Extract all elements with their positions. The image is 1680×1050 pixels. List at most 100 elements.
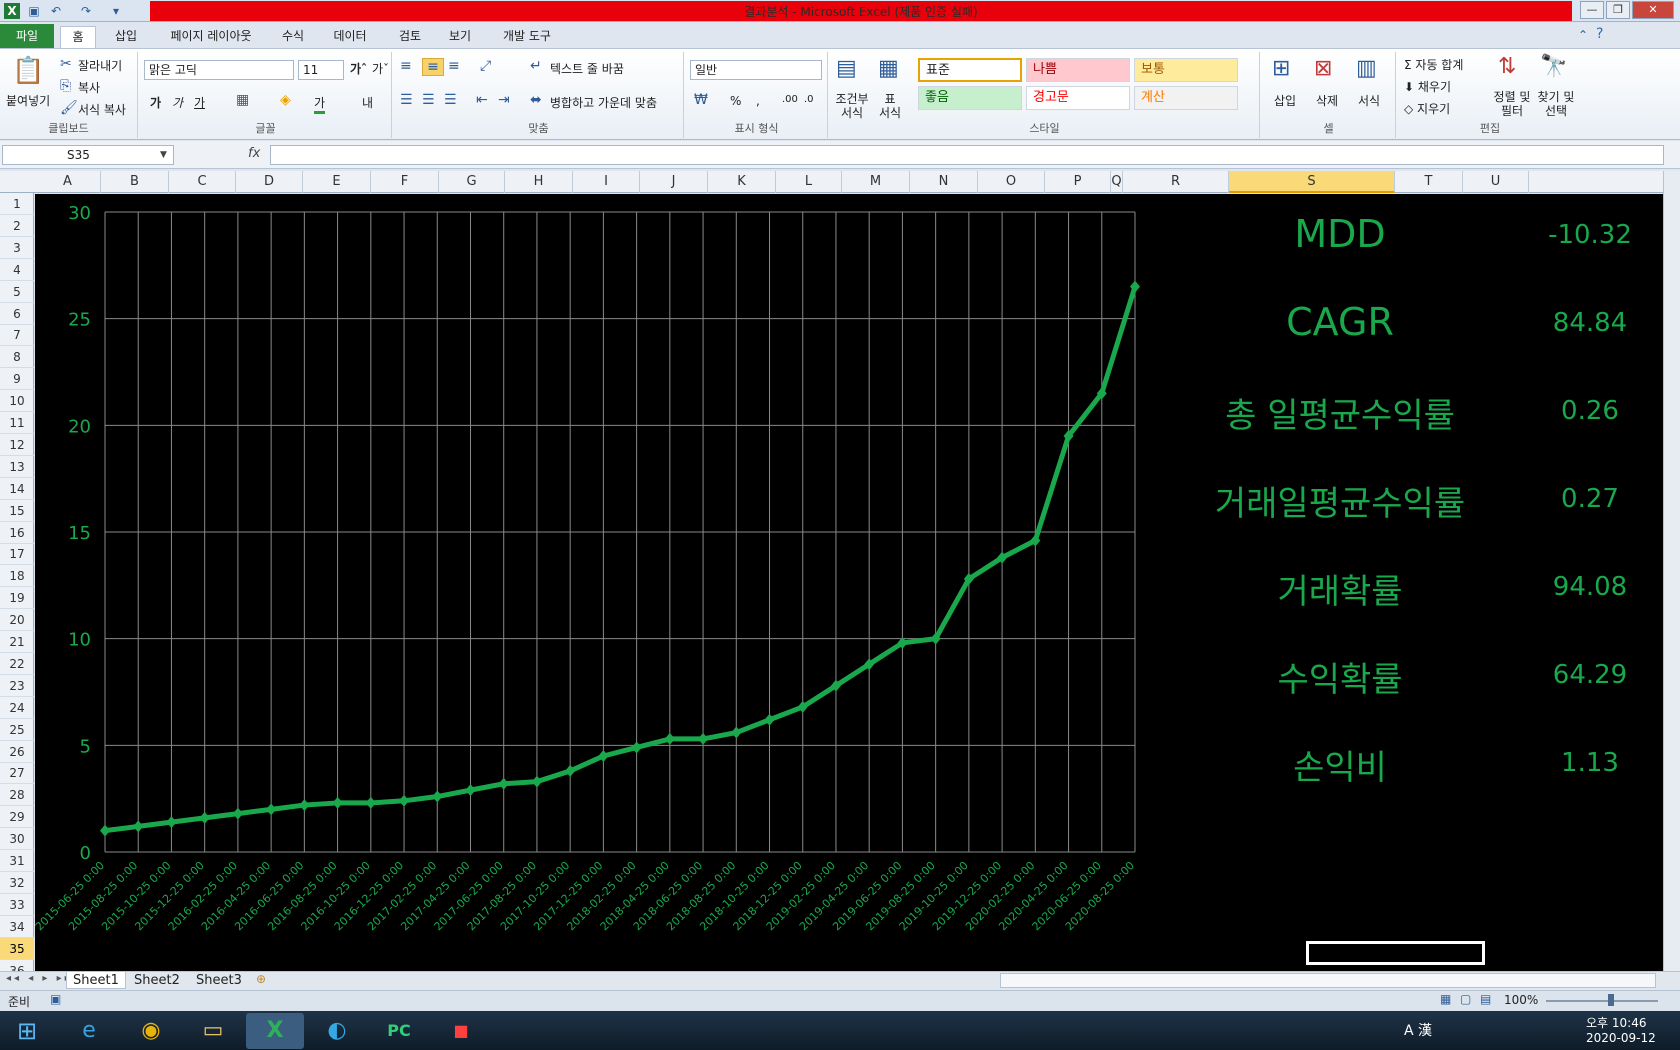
column-header-m[interactable]: M [842, 171, 910, 193]
close-button[interactable]: ✕ [1632, 1, 1674, 19]
row-header-14[interactable]: 14 [0, 478, 34, 500]
number-format-select[interactable]: 일반 [690, 60, 822, 80]
sheet-tab-2[interactable]: Sheet2 [128, 972, 186, 989]
help-icon[interactable]: ? [1596, 26, 1603, 42]
insert-sheet-icon[interactable]: ⊕ [256, 972, 266, 986]
column-header-n[interactable]: N [910, 171, 978, 193]
clock-date[interactable]: 2020-09-12 [1586, 1031, 1656, 1045]
row-header-22[interactable]: 22 [0, 653, 34, 675]
row-header-11[interactable]: 11 [0, 412, 34, 434]
cell-style-0[interactable]: 표준 [918, 58, 1022, 82]
comma-button[interactable]: , [756, 94, 760, 108]
save-icon[interactable]: ▣ [26, 3, 42, 19]
selected-cell-s35[interactable] [1306, 941, 1485, 965]
font-color-button[interactable]: 가 [314, 94, 326, 114]
cell-style-5[interactable]: 계산 [1134, 86, 1238, 110]
row-header-29[interactable]: 29 [0, 806, 34, 829]
row-header-31[interactable]: 31 [0, 850, 34, 872]
column-header-o[interactable]: O [978, 171, 1045, 193]
app-icon[interactable]: ■ [432, 1013, 490, 1049]
row-header-21[interactable]: 21 [0, 631, 34, 653]
orientation-icon[interactable]: ⤢ [480, 58, 491, 74]
align-bottom-icon[interactable]: ≡ [448, 58, 460, 74]
delete-cells-button[interactable]: 삭제 [1316, 92, 1338, 109]
page-layout-view-icon[interactable]: ▢ [1460, 992, 1471, 1006]
name-box[interactable]: S35 [2, 145, 174, 165]
tab-file[interactable]: 파일 [0, 24, 54, 48]
row-header-3[interactable]: 3 [0, 237, 34, 259]
row-header-6[interactable]: 6 [0, 303, 34, 325]
ie-icon[interactable]: e [60, 1013, 118, 1049]
increase-indent-icon[interactable]: ⇥ [498, 92, 510, 108]
format-painter-button[interactable]: 서식 복사 [78, 101, 126, 118]
tab-home[interactable]: 홈 [60, 26, 96, 48]
vertical-scrollbar[interactable] [1663, 171, 1680, 971]
sheet-tab-3[interactable]: Sheet3 [190, 972, 248, 989]
ribbon-minimize-icon[interactable]: ⌃ [1578, 28, 1588, 42]
row-header-5[interactable]: 5 [0, 281, 34, 303]
row-header-19[interactable]: 19 [0, 587, 34, 610]
ime-indicator[interactable]: A 漢 [1404, 1020, 1432, 1040]
redo-icon[interactable]: ↷ [78, 3, 94, 19]
tab-insert[interactable]: 삽입 [106, 26, 146, 48]
excel-taskbar-icon[interactable]: X [246, 1013, 304, 1049]
column-header-d[interactable]: D [236, 171, 303, 193]
column-header-r[interactable]: R [1123, 171, 1229, 193]
row-header-27[interactable]: 27 [0, 762, 34, 785]
row-header-1[interactable]: 1 [0, 193, 34, 215]
column-header-j[interactable]: J [640, 171, 708, 193]
increase-decimal-button[interactable]: .00 [782, 94, 798, 105]
table-format-button[interactable]: 표 서식 [878, 92, 902, 120]
explorer-icon[interactable]: ▭ [184, 1013, 242, 1049]
pycharm-icon[interactable]: PC [370, 1013, 428, 1049]
column-header-t[interactable]: T [1395, 171, 1463, 193]
align-center-icon[interactable]: ☰ [422, 92, 435, 108]
insert-function-button[interactable]: fx [248, 146, 260, 161]
sheet-nav-arrows[interactable]: ◂◂ ◂ ▸ ▸▸ [6, 973, 73, 984]
row-header-18[interactable]: 18 [0, 565, 34, 588]
column-header-g[interactable]: G [439, 171, 505, 193]
decrease-decimal-button[interactable]: .0 [804, 94, 814, 105]
paste-button[interactable]: 붙여넣기 [6, 92, 50, 109]
row-header-7[interactable]: 7 [0, 324, 34, 347]
row-header-4[interactable]: 4 [0, 259, 34, 281]
row-header-2[interactable]: 2 [0, 215, 34, 237]
percent-button[interactable]: % [730, 94, 741, 108]
column-header-u[interactable]: U [1463, 171, 1529, 193]
autosum-button[interactable]: Σ 자동 합계 [1404, 56, 1463, 73]
align-left-icon[interactable]: ☰ [400, 92, 413, 108]
row-header-9[interactable]: 9 [0, 368, 34, 391]
excel-icon[interactable]: X [4, 3, 20, 19]
column-header-c[interactable]: C [169, 171, 236, 193]
font-size-select[interactable]: 11 [298, 60, 344, 80]
column-header-k[interactable]: K [708, 171, 776, 193]
row-header-33[interactable]: 33 [0, 894, 34, 916]
fill-button[interactable]: ⬇ 채우기 [1404, 78, 1451, 95]
cell-style-3[interactable]: 좋음 [918, 86, 1022, 110]
clock-time[interactable]: 오후 10:46 [1586, 1014, 1646, 1031]
row-header-16[interactable]: 16 [0, 522, 34, 544]
tab-data[interactable]: 데이터 [326, 26, 374, 48]
cell-style-4[interactable]: 경고문 [1026, 86, 1130, 110]
row-header-8[interactable]: 8 [0, 346, 34, 369]
row-header-26[interactable]: 26 [0, 741, 34, 763]
row-header-15[interactable]: 15 [0, 500, 34, 522]
row-header-32[interactable]: 32 [0, 872, 34, 894]
column-header-p[interactable]: P [1045, 171, 1111, 193]
row-header-35[interactable]: 35 [0, 937, 34, 960]
column-header-q[interactable]: Q [1111, 171, 1123, 193]
cut-button[interactable]: 잘라내기 [78, 57, 122, 74]
align-middle-icon[interactable]: ≡ [422, 58, 444, 76]
format-cells-button[interactable]: 서식 [1358, 92, 1380, 109]
column-header-a[interactable]: A [35, 171, 101, 193]
undo-icon[interactable]: ↶ [48, 3, 64, 19]
minimize-button[interactable]: — [1580, 1, 1604, 19]
normal-view-icon[interactable]: ▦ [1440, 992, 1451, 1006]
cell-style-1[interactable]: 나쁨 [1026, 58, 1130, 82]
sheet-tab-1[interactable]: Sheet1 [66, 972, 126, 989]
conditional-format-button[interactable]: 조건부 서식 [834, 92, 870, 120]
phonetic-button[interactable]: 내 [362, 94, 373, 111]
fill-color-icon[interactable]: ◈ [280, 92, 291, 108]
border-icon[interactable]: ▦ [236, 92, 249, 108]
row-header-28[interactable]: 28 [0, 784, 34, 807]
